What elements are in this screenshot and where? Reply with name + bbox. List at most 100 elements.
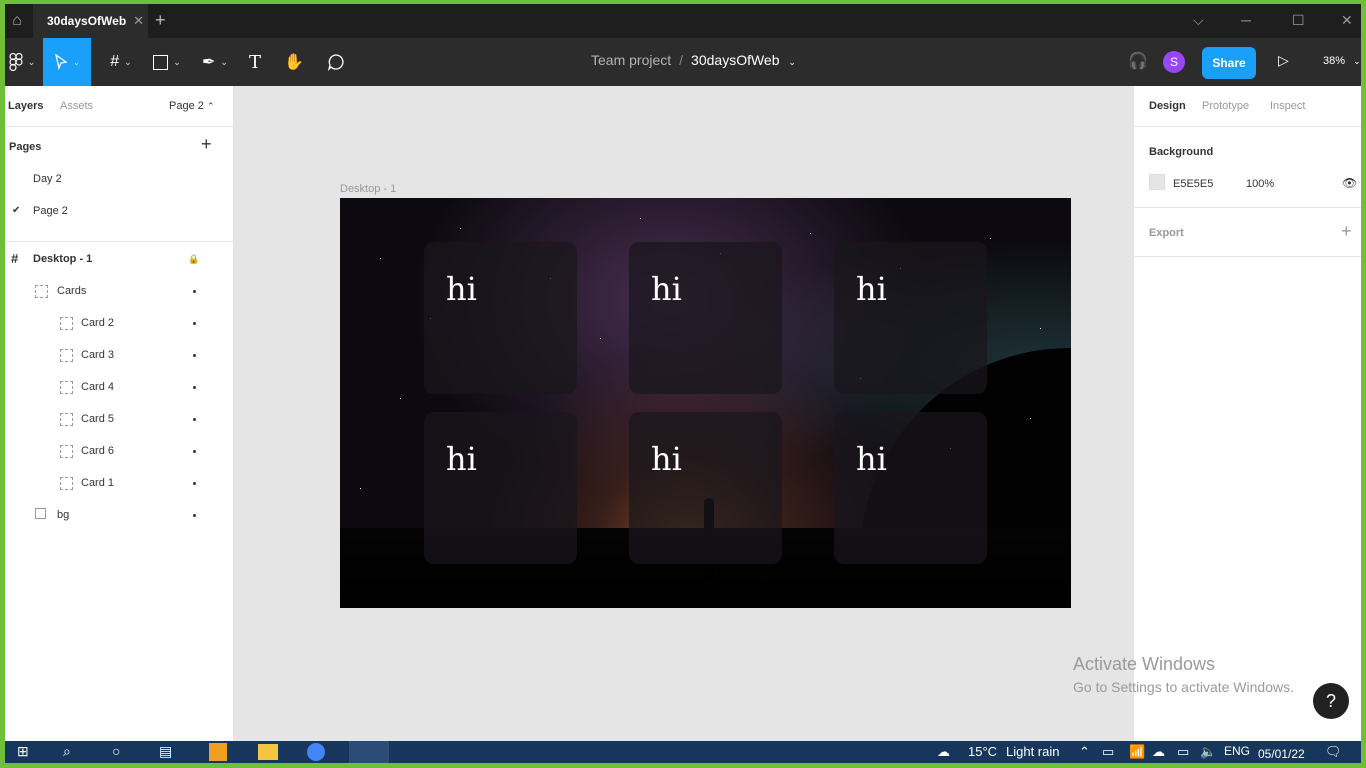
pen-tool-button[interactable]: ✒ ⌄ xyxy=(195,38,235,86)
group-icon xyxy=(60,349,73,362)
watermark-line-2: Go to Settings to activate Windows. xyxy=(1073,679,1294,695)
right-panel-tabs: Design Prototype Inspect xyxy=(1134,86,1361,127)
page-selector-label: Page 2 xyxy=(169,100,204,112)
main-menu-button[interactable]: ⌄ xyxy=(5,38,39,86)
layer-card-1[interactable]: Card 1 xyxy=(5,467,233,499)
clock-date[interactable]: 05/01/22 xyxy=(1258,747,1305,761)
add-page-icon[interactable]: + xyxy=(201,134,212,155)
close-tab-icon[interactable]: ✕ xyxy=(133,13,144,29)
file-name[interactable]: 30daysOfWeb xyxy=(691,52,779,68)
card-3[interactable]: hi xyxy=(834,242,987,394)
breadcrumb-team[interactable]: Team project xyxy=(591,52,671,68)
card-6[interactable]: hi xyxy=(834,412,987,564)
audio-headphones-icon[interactable]: 🎧 xyxy=(1128,51,1148,71)
breadcrumb-separator: / xyxy=(679,52,684,68)
language-indicator[interactable]: ENG xyxy=(1224,744,1250,758)
desktop-1-frame[interactable]: hi hi hi hi hi hi xyxy=(340,198,1071,608)
title-bar: ⌂ 30daysOfWeb ✕ + ⌵ ─ ☐ ✕ xyxy=(5,4,1361,38)
add-export-icon[interactable]: + xyxy=(1341,221,1352,242)
activate-windows-watermark: Activate Windows Go to Settings to activ… xyxy=(1073,654,1294,695)
layer-card-5[interactable]: Card 5 xyxy=(5,403,233,435)
maximize-icon[interactable]: ☐ xyxy=(1292,12,1305,29)
frame-label[interactable]: Desktop - 1 xyxy=(340,183,396,195)
share-button[interactable]: Share xyxy=(1202,47,1256,79)
hand-tool-button[interactable]: ✋ xyxy=(281,38,307,86)
card-text: hi xyxy=(856,270,887,308)
card-text: hi xyxy=(446,440,477,478)
eye-icon[interactable]: 👁 xyxy=(1342,176,1357,190)
home-icon[interactable]: ⌂ xyxy=(5,4,29,38)
help-button[interactable]: ? xyxy=(1313,683,1349,719)
zoom-menu[interactable]: 38% ⌄ xyxy=(1323,55,1361,67)
sublime-text-icon[interactable] xyxy=(209,743,227,761)
bg-hex-input[interactable]: E5E5E5 xyxy=(1173,178,1213,190)
chevron-down-icon[interactable]: ⌵ xyxy=(1193,12,1204,29)
chevron-down-icon[interactable]: ⌄ xyxy=(788,57,796,67)
pages-header: Pages + xyxy=(5,131,233,163)
card-5[interactable]: hi xyxy=(629,412,782,564)
card-1[interactable]: hi xyxy=(424,242,577,394)
wifi-icon[interactable]: 📶 xyxy=(1129,744,1145,760)
file-tab[interactable]: 30daysOfWeb ✕ xyxy=(33,4,148,38)
layer-bg[interactable]: bg xyxy=(5,499,233,531)
divider xyxy=(1134,207,1361,208)
close-window-icon[interactable]: ✕ xyxy=(1341,12,1353,29)
battery-icon[interactable]: ▭ xyxy=(1177,744,1189,760)
page-item-page-2[interactable]: ✔ Page 2 xyxy=(5,195,233,227)
chevron-up-icon[interactable]: ⌃ xyxy=(1079,744,1090,760)
notifications-icon[interactable]: 🗨 xyxy=(1325,744,1342,760)
windows-start-icon[interactable]: ⊞ xyxy=(17,743,29,760)
hand-icon: ✋ xyxy=(284,54,304,71)
layer-card-3[interactable]: Card 3 xyxy=(5,339,233,371)
tab-prototype[interactable]: Prototype xyxy=(1202,100,1249,112)
meet-now-icon[interactable]: ▭ xyxy=(1102,744,1114,760)
frame-tool-button[interactable]: # ⌄ xyxy=(101,38,141,86)
task-view-icon[interactable]: ▤ xyxy=(159,743,172,760)
layer-dot xyxy=(193,482,196,485)
card-2[interactable]: hi xyxy=(629,242,782,394)
layer-card-4[interactable]: Card 4 xyxy=(5,371,233,403)
search-icon[interactable]: ⌕ xyxy=(63,743,71,760)
chrome-icon[interactable] xyxy=(307,743,325,761)
shape-tool-button[interactable]: ⌄ xyxy=(147,38,187,86)
layer-desktop-1[interactable]: # Desktop - 1 🔒 xyxy=(5,243,233,275)
layer-label: Card 2 xyxy=(81,317,115,329)
card-4[interactable]: hi xyxy=(424,412,577,564)
text-tool-button[interactable]: T xyxy=(243,38,267,86)
text-icon: T xyxy=(248,51,261,73)
tab-inspect[interactable]: Inspect xyxy=(1270,100,1305,112)
minimize-icon[interactable]: ─ xyxy=(1241,12,1251,28)
page-selector[interactable]: Page 2 ⌃ xyxy=(169,100,214,112)
comment-icon xyxy=(327,54,344,71)
figma-taskbar-icon[interactable] xyxy=(349,741,389,763)
frame-icon: # xyxy=(110,53,120,70)
layer-cards[interactable]: Cards xyxy=(5,275,233,307)
weather-cloud-icon[interactable]: ☁ xyxy=(937,744,950,760)
cortana-icon[interactable]: ○ xyxy=(112,743,120,759)
present-play-icon[interactable]: ▷ xyxy=(1278,52,1289,69)
comment-tool-button[interactable] xyxy=(323,38,349,86)
design-panel: Design Prototype Inspect Background E5E5… xyxy=(1133,86,1361,741)
bg-color-swatch[interactable] xyxy=(1149,174,1165,190)
layer-card-6[interactable]: Card 6 xyxy=(5,435,233,467)
file-explorer-icon[interactable] xyxy=(258,744,278,760)
canvas[interactable]: Desktop - 1 hi hi hi hi hi hi xyxy=(233,86,1133,741)
onedrive-icon[interactable]: ☁ xyxy=(1152,744,1165,760)
page-item-day-2[interactable]: Day 2 xyxy=(5,163,233,195)
chevron-down-icon: ⌄ xyxy=(1353,56,1361,66)
layer-card-2[interactable]: Card 2 xyxy=(5,307,233,339)
group-icon xyxy=(60,317,73,330)
layer-label: Card 4 xyxy=(81,381,115,393)
lock-icon[interactable]: 🔒 xyxy=(188,254,199,265)
tab-assets[interactable]: Assets xyxy=(60,100,93,112)
bg-opacity-input[interactable]: 100% xyxy=(1246,178,1274,190)
move-tool-button[interactable]: ⌄ xyxy=(43,38,91,86)
tab-layers[interactable]: Layers xyxy=(8,100,43,112)
chevron-down-icon: ⌄ xyxy=(72,56,81,67)
volume-icon[interactable]: 🔈 xyxy=(1200,744,1216,760)
avatar[interactable]: S xyxy=(1163,51,1185,73)
divider xyxy=(1134,256,1361,257)
page-item-label: Page 2 xyxy=(33,205,68,217)
tab-design[interactable]: Design xyxy=(1149,100,1186,112)
new-tab-icon[interactable]: + xyxy=(155,10,166,31)
